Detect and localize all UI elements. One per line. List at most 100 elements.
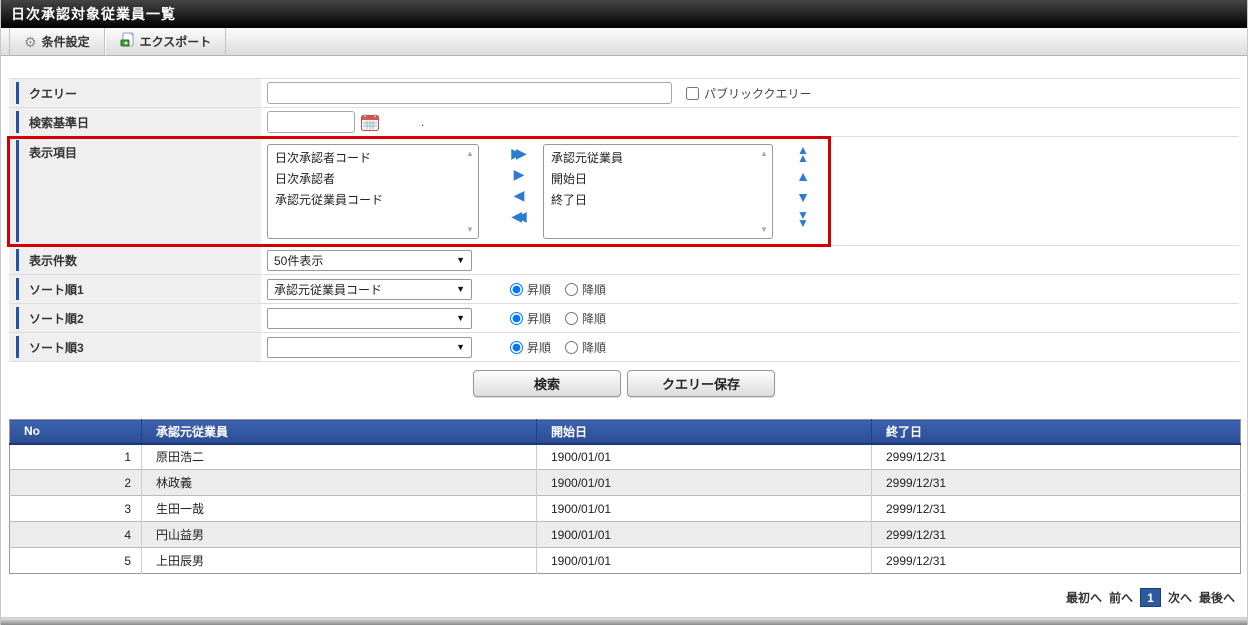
sort1-asc-option[interactable]: 昇順 <box>510 281 551 298</box>
settings-button[interactable]: ⚙ 条件設定 <box>9 28 105 55</box>
toolbar: ⚙ 条件設定 エクスポート <box>1 28 1247 56</box>
base-date-input[interactable] <box>267 111 355 133</box>
sort1-asc-radio[interactable] <box>510 283 523 296</box>
scroll-down-icon[interactable]: ▼ <box>760 225 768 234</box>
sort3-desc-radio[interactable] <box>565 341 578 354</box>
move-down-button[interactable]: ▼ <box>796 190 810 204</box>
listbox-scrollbar[interactable]: ▲ ▼ <box>757 146 771 237</box>
sort2-asc-radio[interactable] <box>510 312 523 325</box>
cell-source-employee: 円山益男 <box>142 522 537 548</box>
sort2-desc-option[interactable]: 降順 <box>565 310 606 327</box>
cell-start-date: 1900/01/01 <box>537 470 872 496</box>
query-input[interactable] <box>267 82 672 104</box>
display-count-row: 表示件数 50件表示 ▼ <box>9 246 1239 275</box>
sort3-order-radios: 昇順 降順 <box>510 339 616 356</box>
cell-source-employee: 林政義 <box>142 470 537 496</box>
listbox-scrollbar[interactable]: ▲ ▼ <box>463 146 477 237</box>
header-source-employee: 承認元従業員 <box>142 420 537 444</box>
sort1-select[interactable]: 承認元従業員コード ▼ <box>267 279 472 300</box>
move-up-button[interactable]: ▲ <box>796 169 810 183</box>
sort3-select[interactable]: ▼ <box>267 337 472 358</box>
table-row[interactable]: 1原田浩二1900/01/012999/12/31 <box>10 444 1241 470</box>
sort3-asc-radio[interactable] <box>510 341 523 354</box>
sort2-asc-option[interactable]: 昇順 <box>510 310 551 327</box>
asc-label: 昇順 <box>527 310 551 327</box>
prev-page-link[interactable]: 前へ <box>1109 589 1133 606</box>
list-item[interactable]: 承認元従業員コード <box>268 190 462 211</box>
sort2-desc-radio[interactable] <box>565 312 578 325</box>
cell-start-date: 1900/01/01 <box>537 548 872 574</box>
table-row[interactable]: 5上田辰男1900/01/012999/12/31 <box>10 548 1241 574</box>
sort3-row: ソート順3 ▼ 昇順 降順 <box>9 333 1239 362</box>
display-count-value: 50件表示 <box>274 252 323 269</box>
scroll-down-icon[interactable]: ▼ <box>466 225 474 234</box>
display-count-select[interactable]: 50件表示 ▼ <box>267 250 472 271</box>
cell-end-date: 2999/12/31 <box>872 470 1241 496</box>
move-bottom-button[interactable]: ▼▼ <box>797 211 809 227</box>
cell-source-employee: 原田浩二 <box>142 444 537 470</box>
chevron-down-icon: ▼ <box>456 313 465 323</box>
sort2-select[interactable]: ▼ <box>267 308 472 329</box>
display-count-label: 表示件数 <box>9 246 261 274</box>
query-row: クエリー パブリッククエリー <box>9 79 1239 108</box>
save-query-button[interactable]: クエリー保存 <box>627 370 775 397</box>
move-left-button[interactable]: ◀ <box>514 188 525 202</box>
table-row[interactable]: 4円山益男1900/01/012999/12/31 <box>10 522 1241 548</box>
list-item[interactable]: 日次承認者コード <box>268 148 462 169</box>
reorder-buttons: ▲▲ ▲ ▼ ▼▼ <box>791 144 815 227</box>
last-page-link[interactable]: 最後へ <box>1199 589 1235 606</box>
employee-table: No 承認元従業員 開始日 終了日 1原田浩二1900/01/012999/12… <box>9 419 1241 574</box>
search-button[interactable]: 検索 <box>473 370 621 397</box>
chevron-down-icon: ▼ <box>456 255 465 265</box>
page-footer-strip <box>1 617 1247 625</box>
selected-items-list[interactable]: ▲ ▼ 承認元従業員開始日終了日 <box>543 144 773 239</box>
cell-no: 4 <box>10 522 142 548</box>
header-end-date: 終了日 <box>872 420 1241 444</box>
date-suffix-text: . <box>421 115 424 129</box>
scroll-up-icon[interactable]: ▲ <box>466 149 474 158</box>
cell-start-date: 1900/01/01 <box>537 444 872 470</box>
list-item[interactable]: 承認元従業員 <box>544 148 756 169</box>
transfer-buttons: ▶▶ ▶ ◀ ◀◀ <box>507 144 531 223</box>
employee-table-body: 1原田浩二1900/01/012999/12/312林政義1900/01/012… <box>10 444 1241 574</box>
sort1-value: 承認元従業員コード <box>274 281 382 298</box>
sort1-desc-radio[interactable] <box>565 283 578 296</box>
available-items-list[interactable]: ▲ ▼ 日次承認者コード日次承認者承認元従業員コード <box>267 144 479 239</box>
display-items-label: 表示項目 <box>9 137 261 245</box>
sort1-desc-option[interactable]: 降順 <box>565 281 606 298</box>
current-page-indicator[interactable]: 1 <box>1140 588 1161 607</box>
sort1-label: ソート順1 <box>9 275 261 303</box>
list-item[interactable]: 日次承認者 <box>268 169 462 190</box>
search-condition-form: クエリー パブリッククエリー 検索基準日 <box>9 78 1239 362</box>
table-header-row: No 承認元従業員 開始日 終了日 <box>10 420 1241 444</box>
public-query-option[interactable]: パブリッククエリー <box>686 85 812 102</box>
calendar-icon[interactable] <box>361 114 379 131</box>
move-left-all-button[interactable]: ◀◀ <box>511 209 527 223</box>
cell-start-date: 1900/01/01 <box>537 496 872 522</box>
sort2-row: ソート順2 ▼ 昇順 降順 <box>9 304 1239 333</box>
sort3-desc-option[interactable]: 降順 <box>565 339 606 356</box>
cell-end-date: 2999/12/31 <box>872 548 1241 574</box>
public-query-checkbox[interactable] <box>686 87 699 100</box>
next-page-link[interactable]: 次へ <box>1168 589 1192 606</box>
sort3-asc-option[interactable]: 昇順 <box>510 339 551 356</box>
move-right-all-button[interactable]: ▶▶ <box>511 146 527 160</box>
table-row[interactable]: 3生田一哉1900/01/012999/12/31 <box>10 496 1241 522</box>
scroll-up-icon[interactable]: ▲ <box>760 149 768 158</box>
move-right-button[interactable]: ▶ <box>514 167 525 181</box>
public-query-label: パブリッククエリー <box>704 85 812 102</box>
list-item[interactable]: 終了日 <box>544 190 756 211</box>
asc-label: 昇順 <box>527 281 551 298</box>
sort3-label: ソート順3 <box>9 333 261 361</box>
list-item[interactable]: 開始日 <box>544 169 756 190</box>
first-page-link[interactable]: 最初へ <box>1066 589 1102 606</box>
move-top-button[interactable]: ▲▲ <box>797 146 809 162</box>
sort2-order-radios: 昇順 降順 <box>510 310 616 327</box>
desc-label: 降順 <box>582 281 606 298</box>
action-buttons: 検索 クエリー保存 <box>1 370 1247 397</box>
sort2-label: ソート順2 <box>9 304 261 332</box>
sort1-order-radios: 昇順 降順 <box>510 281 616 298</box>
export-button[interactable]: エクスポート <box>105 28 227 55</box>
table-row[interactable]: 2林政義1900/01/012999/12/31 <box>10 470 1241 496</box>
cell-end-date: 2999/12/31 <box>872 522 1241 548</box>
